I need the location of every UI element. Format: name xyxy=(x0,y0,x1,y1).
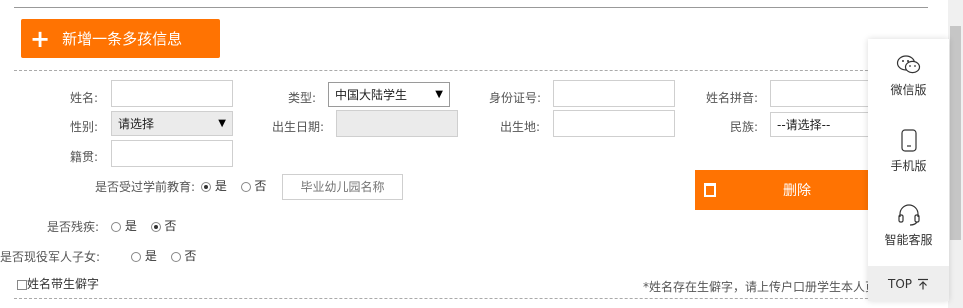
gender-select[interactable]: 请选择 ▼ xyxy=(111,111,233,136)
preschool-yes-label: 是 xyxy=(214,179,227,193)
delete-button[interactable]: 删除 xyxy=(695,170,875,210)
back-to-top-label: TOP xyxy=(887,276,912,291)
disability-label: 是否残疾: xyxy=(46,220,99,234)
preschool-label: 是否受过学前教育: xyxy=(94,180,195,194)
rare-char-checkbox-row[interactable]: 姓名带生僻字 xyxy=(17,275,99,292)
disability-no-radio[interactable] xyxy=(150,221,161,232)
military-yes-label: 是 xyxy=(144,249,157,263)
dropdown-arrow-icon: ▼ xyxy=(435,89,443,100)
preschool-yes-radio[interactable] xyxy=(201,181,211,192)
sidebar-wechat[interactable]: 微信版 xyxy=(868,53,949,98)
add-child-info-button[interactable]: + 新增一条多孩信息 xyxy=(21,19,220,58)
type-select[interactable]: 中国大陆学生 ▼ xyxy=(328,82,450,107)
disability-radio-group: 是 否 xyxy=(111,217,176,234)
birth-date-label: 出生日期: xyxy=(271,120,324,134)
ethnicity-label: 民族: xyxy=(729,120,758,134)
native-place-label: 籍贯: xyxy=(69,150,98,164)
floating-sidebar: 微信版 手机版 智能客服 TOP xyxy=(868,39,949,301)
ethnicity-select[interactable]: --请选择-- xyxy=(770,112,870,137)
birth-date-input[interactable] xyxy=(336,110,458,137)
preschool-radio-group: 是 否 xyxy=(201,177,266,194)
id-number-label: 身份证号: xyxy=(488,91,541,105)
sidebar-service[interactable]: 智能客服 xyxy=(868,203,949,248)
disability-yes-label: 是 xyxy=(124,219,137,233)
disability-yes-radio[interactable] xyxy=(111,221,121,232)
section-divider xyxy=(14,70,928,71)
sidebar-mobile[interactable]: 手机版 xyxy=(868,129,949,174)
rare-char-label: 姓名带生僻字 xyxy=(27,277,100,291)
birthplace-input[interactable] xyxy=(553,110,675,137)
military-radio-group: 是 否 xyxy=(131,247,196,264)
name-label: 姓名: xyxy=(69,91,98,105)
arrow-up-to-line-icon xyxy=(918,278,928,289)
plus-icon: + xyxy=(30,24,51,53)
sidebar-wechat-label: 微信版 xyxy=(890,83,927,97)
back-to-top-button[interactable]: TOP xyxy=(868,266,949,301)
type-label: 类型: xyxy=(287,91,316,105)
trash-icon xyxy=(704,183,716,197)
wechat-icon xyxy=(896,55,920,74)
disability-no-label: 否 xyxy=(164,219,177,233)
military-label: 是否现役军人子女: xyxy=(0,250,101,264)
sidebar-mobile-label: 手机版 xyxy=(890,159,927,173)
sidebar-service-label: 智能客服 xyxy=(884,233,933,247)
dropdown-arrow-icon: ▼ xyxy=(218,118,226,129)
preschool-no-radio[interactable] xyxy=(240,181,251,192)
type-select-value: 中国大陆学生 xyxy=(335,88,408,102)
preschool-no-label: 否 xyxy=(254,179,267,193)
kindergarten-name-input[interactable] xyxy=(282,174,403,200)
gender-label: 性别: xyxy=(69,120,98,134)
bottom-divider xyxy=(14,298,928,299)
delete-button-label: 删除 xyxy=(783,183,811,199)
rare-char-note: *姓名存在生僻字，请上传户口册学生本人页 xyxy=(643,280,878,294)
military-no-label: 否 xyxy=(184,249,197,263)
name-input[interactable] xyxy=(111,80,233,107)
military-yes-radio[interactable] xyxy=(131,251,141,262)
rare-char-checkbox[interactable] xyxy=(17,279,27,290)
birthplace-label: 出生地: xyxy=(499,120,540,134)
gender-select-value: 请选择 xyxy=(118,117,155,131)
military-no-radio[interactable] xyxy=(170,251,181,262)
ethnicity-select-value: --请选择-- xyxy=(777,118,831,132)
add-child-info-label: 新增一条多孩信息 xyxy=(62,30,183,48)
pinyin-label: 姓名拼音: xyxy=(705,91,758,105)
scrollbar-thumb[interactable] xyxy=(950,26,961,240)
native-place-input[interactable] xyxy=(111,140,233,167)
id-number-input[interactable] xyxy=(553,80,675,107)
pinyin-input[interactable] xyxy=(770,80,870,107)
mobile-phone-icon xyxy=(900,129,917,152)
headset-icon xyxy=(897,204,920,226)
top-divider xyxy=(14,7,928,8)
